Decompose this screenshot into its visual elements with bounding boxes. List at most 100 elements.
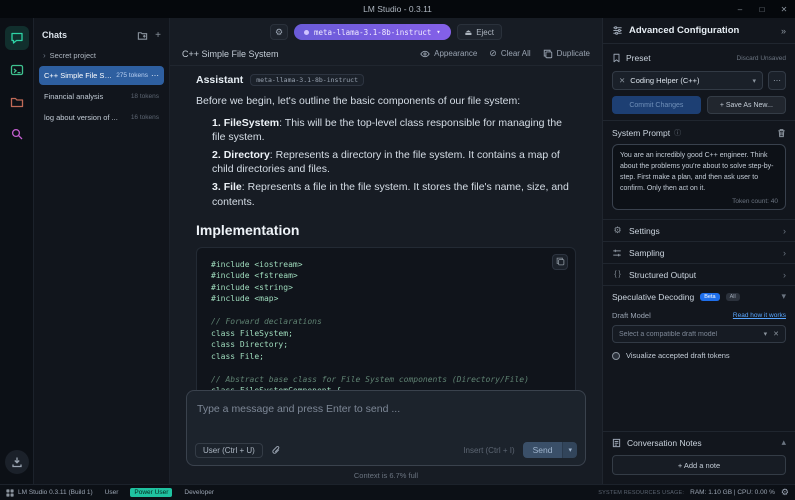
chevron-right-icon: ›	[783, 248, 786, 258]
beta-badge: Beta	[700, 293, 719, 301]
maximize-button[interactable]: □	[751, 0, 773, 18]
all-badge[interactable]: All	[726, 293, 740, 301]
settings-gear-icon[interactable]: ⚙	[781, 487, 789, 498]
gear-icon: ⚙	[612, 225, 623, 236]
new-folder-icon[interactable]	[137, 30, 148, 41]
title-bar: LM Studio - 0.3.11 – □ ✕	[0, 0, 795, 18]
resources-usage-label: SYSTEM RESOURCES USAGE:	[598, 490, 684, 496]
chat-item-log-version[interactable]: log about version of ... 16 tokens	[39, 108, 164, 127]
chevron-up-icon: ▴	[781, 437, 786, 448]
discard-unsaved-button[interactable]: Discard Unsaved	[737, 55, 787, 62]
model-status-dot	[304, 30, 309, 35]
minimize-button[interactable]: –	[729, 0, 751, 18]
send-button[interactable]: Send ▾	[523, 442, 577, 458]
code-line: #include <fstream>	[211, 270, 561, 282]
section-structured-output[interactable]: { } Structured Output ›	[603, 263, 795, 285]
toggle-circle-icon[interactable]	[612, 352, 620, 360]
assistant-model-badge: meta-llama-3.1-8b-instruct	[250, 74, 364, 86]
chat-main: ⚙ meta-llama-3.1-8b-instruct ▾ ⏏ Eject C…	[170, 18, 602, 484]
user-role-button[interactable]: User (Ctrl + U)	[195, 443, 263, 458]
system-prompt-editor[interactable]: You are an incredibly good C++ engineer.…	[612, 144, 786, 210]
advanced-config-panel: Advanced Configuration » Preset Discard …	[602, 18, 795, 484]
code-line: // Forward declarations	[211, 316, 561, 328]
list-item: 3. File: Represents a file in the file s…	[212, 180, 576, 208]
assistant-message-intro: Before we begin, let's outline the basic…	[196, 94, 576, 109]
preset-selector[interactable]: ✕ Coding Helper (C++) ▾	[612, 71, 763, 90]
chat-item-financial-analysis[interactable]: Financial analysis 18 tokens	[39, 87, 164, 106]
chats-header-label: Chats	[42, 30, 67, 40]
section-settings[interactable]: ⚙ Settings ›	[603, 219, 795, 241]
chevron-right-icon: ›	[783, 226, 786, 236]
chat-nav-icon[interactable]	[5, 26, 29, 50]
discover-nav-icon[interactable]	[5, 122, 29, 146]
draft-model-selector[interactable]: Select a compatible draft model ▾ ✕	[612, 325, 786, 343]
commit-changes-button[interactable]: Commit Changes	[612, 96, 701, 114]
clear-icon[interactable]: ✕	[773, 330, 779, 338]
status-bar: LM Studio 0.3.11 (Build 1) User Power Us…	[0, 484, 795, 500]
chat-item-cpp-file-system[interactable]: C++ Simple File System 275 tokens ⋯	[39, 66, 164, 85]
downloads-icon[interactable]	[5, 450, 29, 474]
chevron-down-icon: ▾	[752, 77, 756, 85]
chat-token-count: 16 tokens	[131, 114, 159, 121]
draft-model-label: Draft Model	[612, 311, 651, 320]
collapse-panel-icon[interactable]: »	[781, 26, 786, 36]
model-settings-gear-icon[interactable]: ⚙	[270, 24, 288, 40]
conversation-notes-header[interactable]: Conversation Notes ▴	[603, 431, 795, 453]
terminal-icon	[10, 63, 24, 77]
eject-model-button[interactable]: ⏏ Eject	[457, 24, 502, 40]
clear-all-button[interactable]: ⊘ Clear All	[489, 48, 530, 59]
system-prompt-label: System Prompt	[612, 128, 670, 138]
delete-prompt-icon[interactable]	[777, 128, 786, 138]
list-item: 1. FileSystem: This will be the top-leve…	[212, 116, 576, 144]
chat-more-icon[interactable]: ⋯	[151, 71, 159, 80]
add-note-button[interactable]: + Add a note	[612, 455, 786, 475]
chat-messages-area[interactable]: Assistant meta-llama-3.1-8b-instruct Bef…	[170, 66, 602, 390]
my-models-nav-icon[interactable]	[5, 90, 29, 114]
save-as-new-button[interactable]: + Save As New...	[707, 96, 786, 114]
chevron-right-icon: ›	[783, 270, 786, 280]
message-input[interactable]	[197, 403, 575, 415]
developer-nav-icon[interactable]	[5, 58, 29, 82]
chat-bubble-icon	[10, 31, 24, 45]
app-version: LM Studio 0.3.11 (Build 1)	[6, 489, 93, 497]
implementation-heading: Implementation	[196, 222, 576, 238]
sliders-icon	[612, 25, 623, 36]
clear-icon: ⊘	[489, 48, 497, 59]
preset-more-button[interactable]: ⋯	[768, 71, 786, 90]
eject-icon: ⏏	[465, 28, 473, 37]
code-line: #include <iostream>	[211, 259, 561, 271]
search-icon	[10, 127, 24, 141]
chat-token-count: 275 tokens	[116, 72, 148, 79]
copy-code-button[interactable]	[552, 254, 568, 270]
mode-power-user[interactable]: Power User	[130, 488, 172, 497]
chat-name: C++ Simple File System	[44, 71, 112, 80]
insert-label[interactable]: Insert (Ctrl + I)	[463, 446, 514, 455]
send-options-icon[interactable]: ▾	[562, 442, 577, 458]
mode-user[interactable]: User	[101, 488, 123, 497]
mode-developer[interactable]: Developer	[180, 488, 218, 497]
read-how-it-works-link[interactable]: Read how it works	[733, 312, 786, 319]
code-line: #include <map>	[211, 293, 561, 305]
clear-preset-icon[interactable]: ✕	[619, 76, 625, 85]
token-count: Token count: 40	[620, 198, 778, 205]
loaded-model-selector[interactable]: meta-llama-3.1-8b-instruct ▾	[294, 24, 451, 40]
code-line: class FileSystem;	[211, 328, 561, 340]
nav-rail	[0, 18, 34, 484]
section-sampling[interactable]: Sampling ›	[603, 241, 795, 263]
sidebar-folder-secret-project[interactable]: › Secret project	[34, 46, 169, 65]
new-chat-icon[interactable]: +	[155, 30, 161, 41]
message-input-container: User (Ctrl + U) Insert (Ctrl + I) Send ▾	[186, 390, 586, 466]
context-usage-status: Context is 6.7% full	[170, 466, 602, 484]
section-speculative-decoding[interactable]: Speculative Decoding Beta All ▾	[603, 285, 795, 307]
duplicate-button[interactable]: Duplicate	[543, 48, 590, 59]
code-line: #include <string>	[211, 282, 561, 294]
close-button[interactable]: ✕	[773, 0, 795, 18]
preset-label: Preset	[626, 53, 651, 63]
attach-file-button[interactable]	[271, 445, 281, 456]
appearance-button[interactable]: Appearance	[420, 48, 477, 59]
chevron-down-icon: ▾	[764, 330, 768, 338]
code-line: // Abstract base class for File System c…	[211, 374, 561, 386]
folder-name: Secret project	[50, 51, 96, 60]
chat-title: C++ Simple File System	[182, 49, 279, 59]
visualize-tokens-option[interactable]: Visualize accepted draft tokens	[612, 351, 786, 360]
